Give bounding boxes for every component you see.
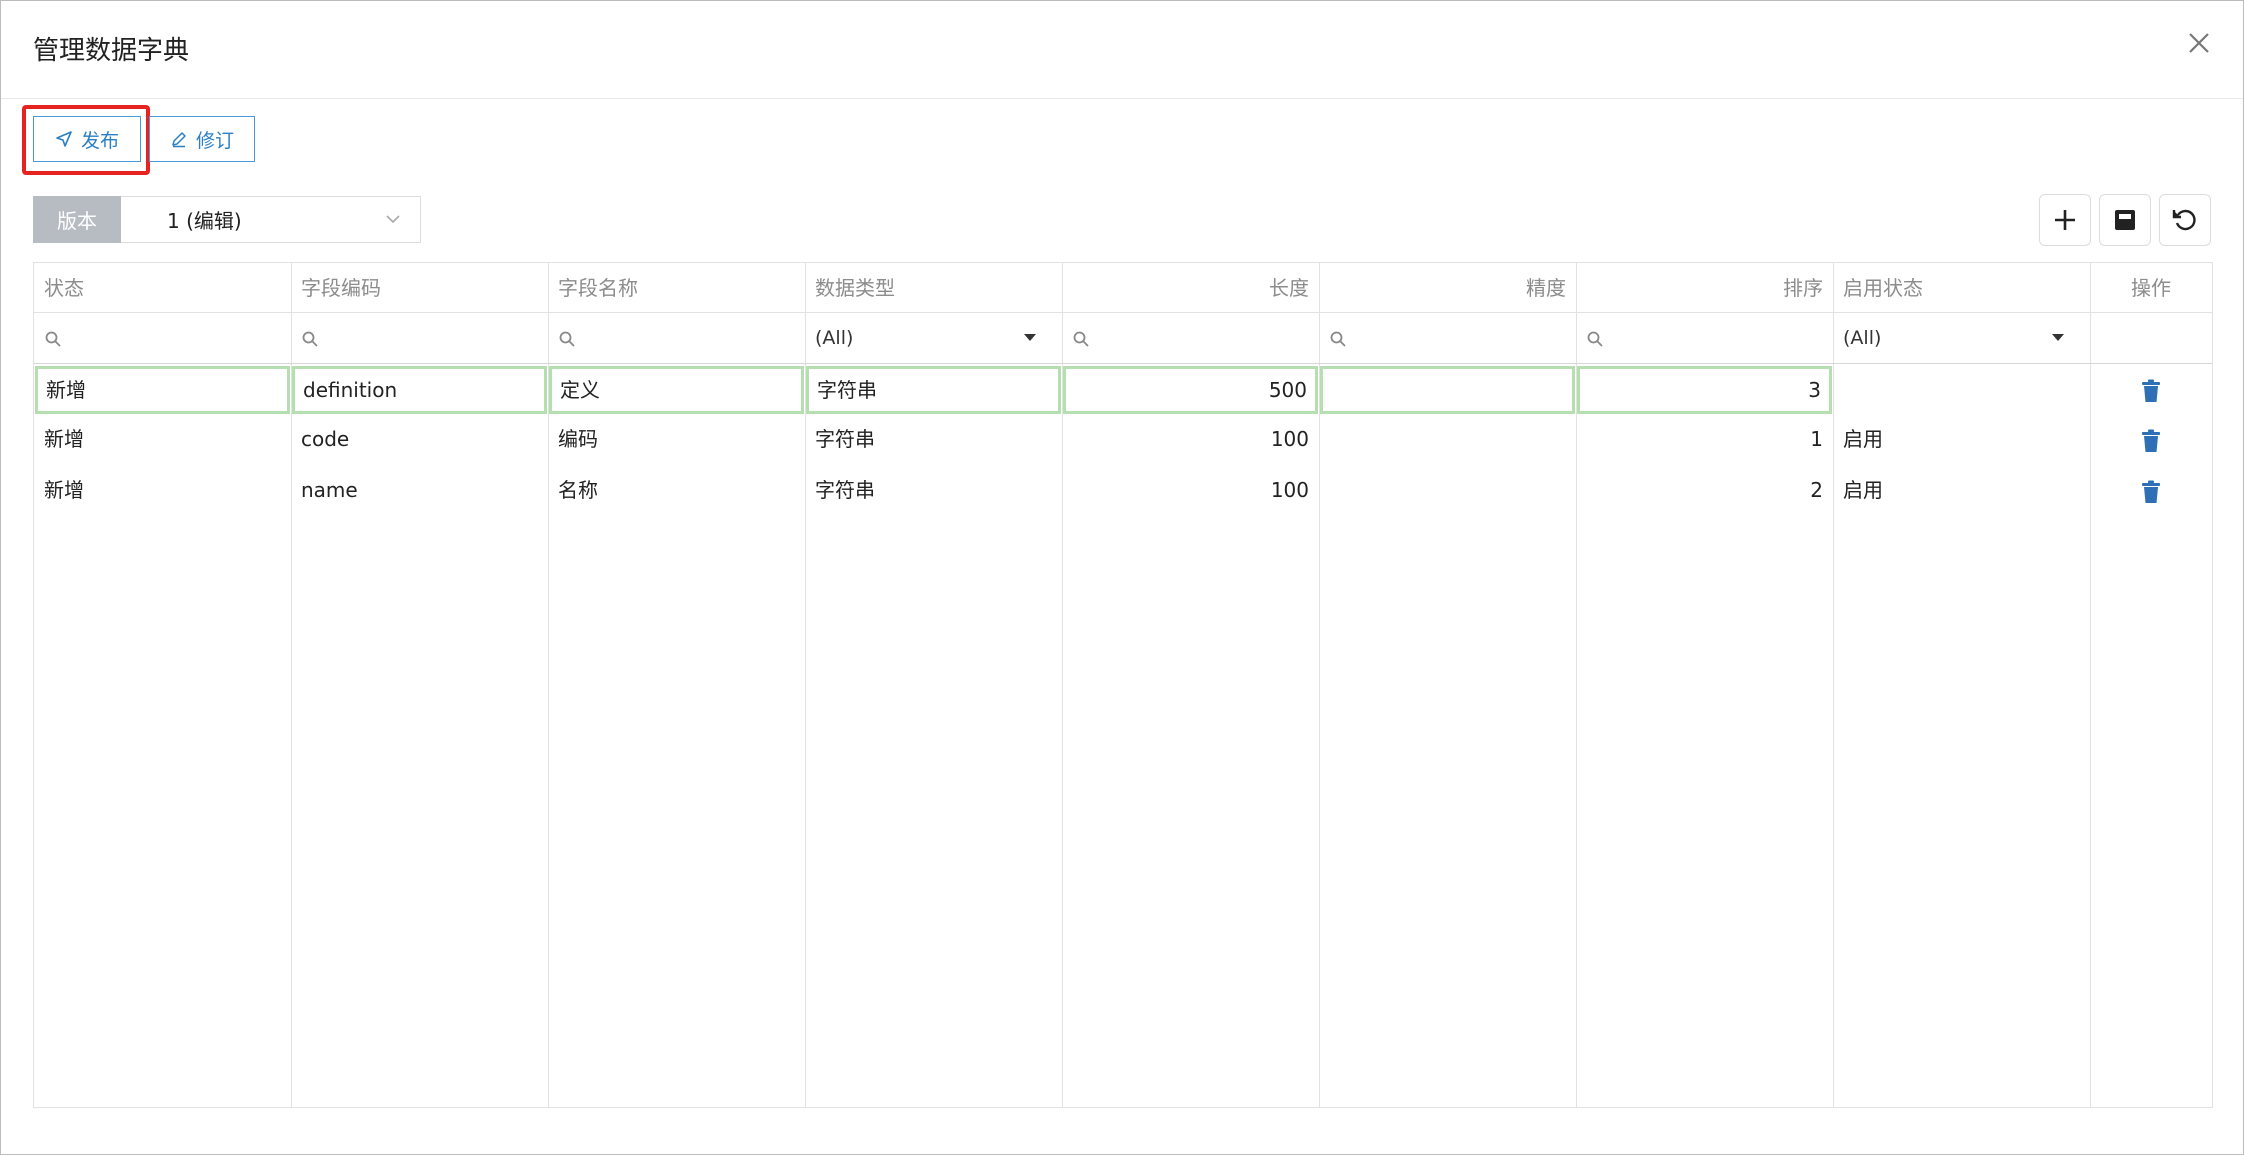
- publish-button[interactable]: 发布: [33, 116, 141, 162]
- header-actions: 操作: [2131, 276, 2171, 300]
- cell-field-code[interactable]: name: [291, 467, 548, 515]
- cell-length[interactable]: 100: [1062, 467, 1319, 515]
- search-icon: [1587, 331, 1603, 347]
- filter-precision[interactable]: [1319, 313, 1576, 364]
- cell-status[interactable]: 新增: [34, 467, 291, 515]
- dialog-title: 管理数据字典: [33, 36, 190, 66]
- table-row[interactable]: 新增 name 名称 字符串 100 2 启用: [34, 466, 2212, 516]
- cell-field-name[interactable]: 定义: [549, 366, 804, 414]
- save-button[interactable]: [2099, 194, 2151, 246]
- manage-data-dictionary-dialog: 管理数据字典 发布 修订 版本 1 (编辑) 状态 字段编码 字段名称 数据类型…: [0, 0, 2244, 1155]
- edit-pen-icon: [172, 132, 186, 148]
- close-icon: [2189, 33, 2209, 53]
- data-type-filter-value: (All): [815, 327, 854, 349]
- trash-icon[interactable]: [2140, 379, 2162, 403]
- trash-icon[interactable]: [2140, 480, 2162, 504]
- filter-field-name[interactable]: [548, 313, 805, 364]
- search-icon: [45, 331, 61, 347]
- close-button[interactable]: [2181, 25, 2217, 61]
- undo-icon: [2172, 209, 2196, 231]
- filter-enable-status[interactable]: (All): [1833, 313, 2090, 364]
- cell-status[interactable]: 新增: [34, 416, 291, 464]
- enable-status-filter-select[interactable]: (All): [1843, 313, 2080, 364]
- caret-down-icon: [1024, 334, 1036, 341]
- version-label: 版本: [33, 196, 121, 243]
- cell-field-code[interactable]: definition: [292, 366, 547, 414]
- cell-data-type[interactable]: 字符串: [805, 416, 1062, 464]
- header-enable-status[interactable]: 启用状态: [1833, 263, 2090, 313]
- header-status[interactable]: 状态: [34, 263, 291, 313]
- cell-order[interactable]: 3: [1577, 366, 1832, 414]
- header-length[interactable]: 长度: [1062, 263, 1319, 313]
- cell-data-type[interactable]: 字符串: [805, 467, 1062, 515]
- publish-label: 发布: [80, 129, 119, 152]
- send-icon: [56, 131, 72, 147]
- version-select[interactable]: 1 (编辑): [121, 196, 421, 243]
- filter-order[interactable]: [1576, 313, 1833, 364]
- version-value: 1 (编辑): [167, 209, 242, 233]
- filter-row: (All) (All): [34, 313, 2212, 364]
- cell-order[interactable]: 1: [1576, 416, 1833, 464]
- dialog-header: 管理数据字典: [1, 1, 2243, 99]
- search-icon: [559, 331, 575, 347]
- cell-precision[interactable]: [1320, 366, 1575, 414]
- header-data-type[interactable]: 数据类型: [805, 263, 1062, 313]
- revise-button[interactable]: 修订: [149, 116, 255, 162]
- data-type-filter-select[interactable]: (All): [815, 313, 1052, 364]
- revise-label: 修订: [195, 129, 234, 152]
- header-row: 状态 字段编码 字段名称 数据类型 长度 精度 排序 启用状态 操作: [34, 263, 2212, 313]
- save-icon: [2115, 210, 2135, 230]
- cell-order[interactable]: 2: [1576, 467, 1833, 515]
- filter-status[interactable]: [34, 313, 291, 364]
- chevron-down-icon: [386, 215, 400, 224]
- header-field-name[interactable]: 字段名称: [548, 263, 805, 313]
- cell-precision[interactable]: [1319, 467, 1576, 515]
- cell-field-name[interactable]: 编码: [548, 416, 805, 464]
- cell-length[interactable]: 100: [1062, 416, 1319, 464]
- enable-status-filter-value: (All): [1843, 327, 1882, 349]
- cell-field-name[interactable]: 名称: [548, 467, 805, 515]
- filter-length[interactable]: [1062, 313, 1319, 364]
- search-icon: [302, 331, 318, 347]
- cell-enable-status[interactable]: 启用: [1833, 416, 2090, 464]
- cell-enable-status[interactable]: [1833, 366, 2090, 414]
- add-row-button[interactable]: [2039, 194, 2091, 246]
- filter-field-code[interactable]: [291, 313, 548, 364]
- cell-precision[interactable]: [1319, 416, 1576, 464]
- header-field-code[interactable]: 字段编码: [291, 263, 548, 313]
- cell-enable-status[interactable]: 启用: [1833, 467, 2090, 515]
- cell-status[interactable]: 新增: [35, 366, 290, 414]
- search-icon: [1073, 331, 1089, 347]
- undo-button[interactable]: [2159, 194, 2211, 246]
- trash-icon[interactable]: [2140, 429, 2162, 453]
- cell-field-code[interactable]: code: [291, 416, 548, 464]
- header-order[interactable]: 排序: [1576, 263, 1833, 313]
- table-row[interactable]: 新增 code 编码 字符串 100 1 启用: [34, 415, 2212, 465]
- data-grid: 状态 字段编码 字段名称 数据类型 长度 精度 排序 启用状态 操作 (All): [33, 262, 2213, 1108]
- cell-data-type[interactable]: 字符串: [806, 366, 1061, 414]
- caret-down-icon: [2052, 334, 2064, 341]
- header-precision[interactable]: 精度: [1319, 263, 1576, 313]
- table-row[interactable]: 新增 definition 定义 字符串 500 3: [34, 365, 2212, 415]
- cell-length[interactable]: 500: [1063, 366, 1318, 414]
- plus-icon: [2055, 210, 2075, 230]
- filter-data-type[interactable]: (All): [805, 313, 1062, 364]
- search-icon: [1330, 331, 1346, 347]
